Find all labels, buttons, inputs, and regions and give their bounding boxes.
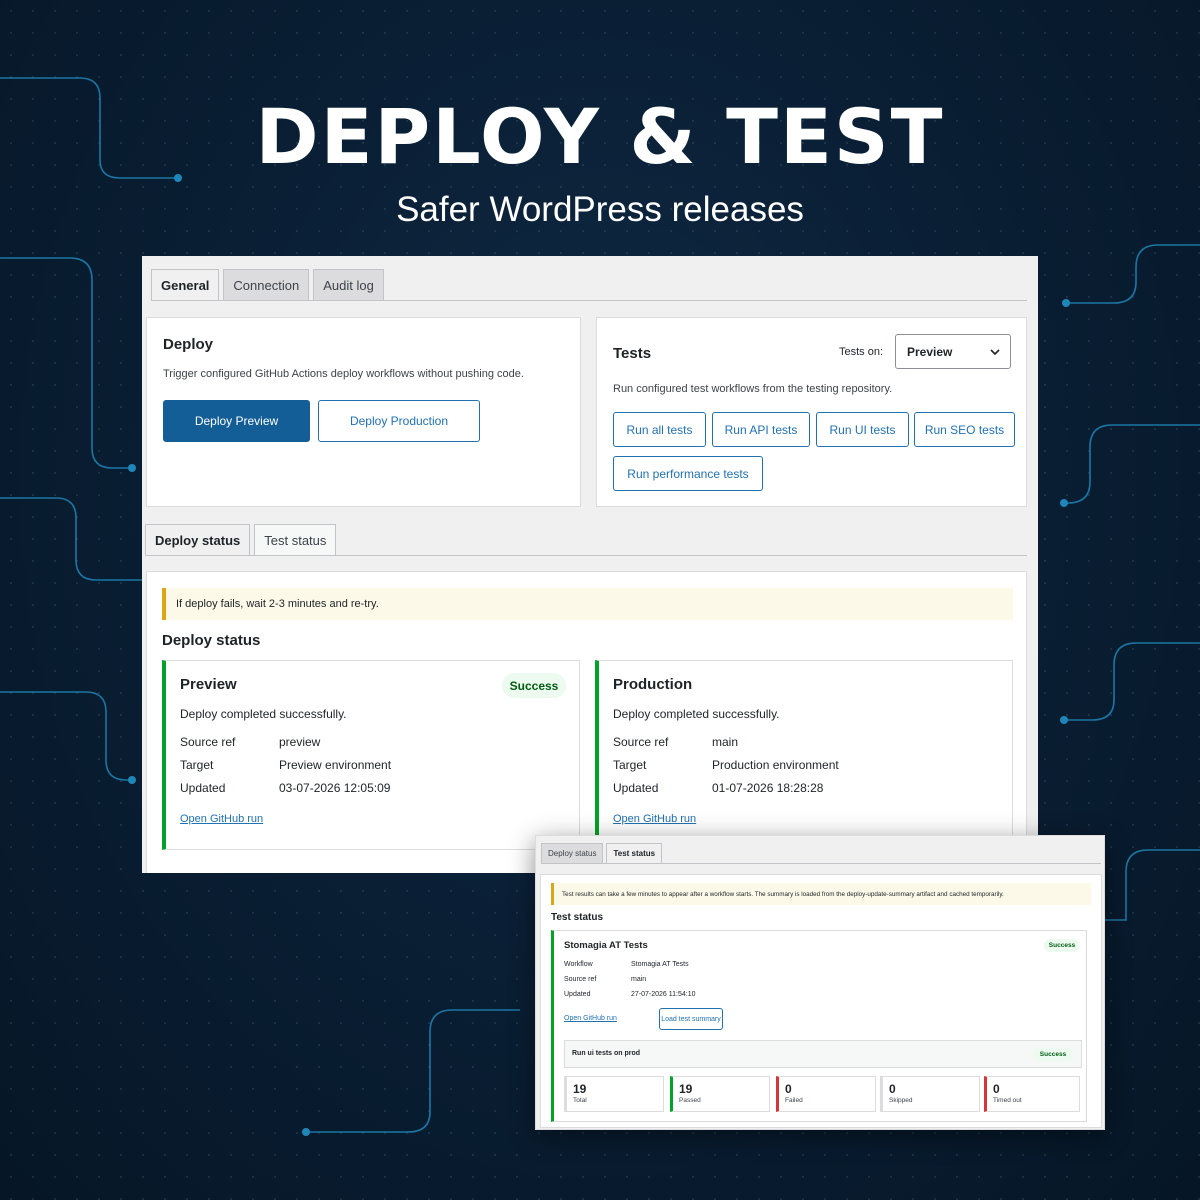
source-ref-value: main xyxy=(712,735,739,749)
tab-audit-log[interactable]: Audit log xyxy=(313,269,384,301)
run-performance-tests-button[interactable]: Run performance tests xyxy=(613,456,763,491)
run-api-tests-button[interactable]: Run API tests xyxy=(712,412,810,447)
tests-on-select[interactable]: Preview xyxy=(895,334,1011,369)
tab-general[interactable]: General xyxy=(151,269,220,301)
status-tab-divider xyxy=(145,555,1027,556)
updated-label: Updated xyxy=(613,781,659,795)
updated-value: 03-07-2026 12:05:09 xyxy=(279,781,391,795)
tests-card: Tests Tests on: Preview Run configured t… xyxy=(596,317,1027,507)
load-test-summary-button[interactable]: Load test summary xyxy=(659,1008,723,1030)
workflow-value: Stomagia AT Tests xyxy=(631,961,689,968)
stat-label: Timed out xyxy=(993,1097,1022,1104)
stat-value: 19 xyxy=(679,1082,693,1096)
production-message: Deploy completed successfully. xyxy=(613,707,780,721)
stat-label: Failed xyxy=(785,1097,803,1104)
open-github-run-link[interactable]: Open GitHub run xyxy=(564,1015,617,1022)
status-badge: Success xyxy=(502,673,566,698)
test-run-title: Run ui tests on prod xyxy=(572,1050,641,1057)
stat-timed-out: 0 Timed out xyxy=(984,1076,1080,1112)
tests-description: Run configured test workflows from the t… xyxy=(613,383,893,395)
tests-on-label: Tests on: xyxy=(839,346,884,358)
overlay-tab-divider xyxy=(541,863,1101,864)
target-value: Preview environment xyxy=(279,758,392,772)
test-status-panel: Test results can take a few minutes to a… xyxy=(540,874,1102,1128)
stat-value: 0 xyxy=(889,1082,896,1096)
status-tab-bar: Deploy status Test status xyxy=(145,524,340,556)
deploy-preview-button[interactable]: Deploy Preview xyxy=(163,400,310,442)
stat-skipped: 0 Skipped xyxy=(880,1076,980,1112)
workflow-label: Workflow xyxy=(564,961,593,968)
overlay-tab-bar: Deploy status Test status xyxy=(541,843,665,863)
tab-deploy-status[interactable]: Deploy status xyxy=(541,843,604,863)
chevron-down-icon xyxy=(990,349,1000,356)
deploy-status-heading: Deploy status xyxy=(162,632,261,649)
deploy-title: Deploy xyxy=(163,336,214,353)
updated-value: 01-07-2026 18:28:28 xyxy=(712,781,824,795)
deploy-card: Deploy Trigger configured GitHub Actions… xyxy=(146,317,581,507)
stat-failed: 0 Failed xyxy=(776,1076,876,1112)
status-badge: Success xyxy=(1044,939,1080,952)
status-badge: Success xyxy=(1033,1048,1073,1061)
settings-window: General Connection Audit log Deploy Trig… xyxy=(142,256,1038,873)
test-workflow-card: Stomagia AT Tests Success Workflow Stoma… xyxy=(551,930,1087,1122)
tab-test-status[interactable]: Test status xyxy=(606,843,663,863)
hero-subtitle: Safer WordPress releases xyxy=(396,190,804,229)
updated-label: Updated xyxy=(564,991,591,998)
tests-on-value: Preview xyxy=(907,344,953,359)
source-ref-value: main xyxy=(631,976,647,983)
test-notice: Test results can take a few minutes to a… xyxy=(551,883,1091,905)
deploy-status-panel: If deploy fails, wait 2-3 minutes and re… xyxy=(146,571,1027,873)
preview-message: Deploy completed successfully. xyxy=(180,707,347,721)
test-status-window: Deploy status Test status Test results c… xyxy=(535,835,1105,1130)
stat-passed: 19 Passed xyxy=(670,1076,770,1112)
target-label: Target xyxy=(180,758,214,772)
tests-title: Tests xyxy=(613,345,652,362)
target-value: Production environment xyxy=(712,758,839,772)
test-status-heading: Test status xyxy=(551,912,604,923)
target-label: Target xyxy=(613,758,647,772)
run-ui-tests-button[interactable]: Run UI tests xyxy=(816,412,909,447)
production-status-card: Production Deploy completed successfully… xyxy=(595,660,1013,850)
stat-value: 0 xyxy=(785,1082,792,1096)
deploy-description: Trigger configured GitHub Actions deploy… xyxy=(163,368,524,380)
production-status-title: Production xyxy=(613,676,693,693)
stat-value: 0 xyxy=(993,1082,1000,1096)
stat-label: Total xyxy=(573,1097,587,1104)
preview-status-title: Preview xyxy=(180,676,237,693)
tab-connection[interactable]: Connection xyxy=(223,269,310,301)
stat-label: Passed xyxy=(679,1097,701,1104)
updated-label: Updated xyxy=(180,781,226,795)
test-stats-row: 19 Total 19 Passed 0 Failed 0 Skipped 0 xyxy=(564,1076,1084,1112)
stat-value: 19 xyxy=(573,1082,587,1096)
stat-total: 19 Total xyxy=(564,1076,664,1112)
run-seo-tests-button[interactable]: Run SEO tests xyxy=(914,412,1015,447)
source-ref-label: Source ref xyxy=(180,735,236,749)
test-run-row: Run ui tests on prod Success xyxy=(564,1040,1082,1068)
run-all-tests-button[interactable]: Run all tests xyxy=(613,412,706,447)
main-tab-bar: General Connection Audit log xyxy=(151,269,388,301)
hero-title: DEPLOY & TEST xyxy=(255,92,945,181)
deploy-notice: If deploy fails, wait 2-3 minutes and re… xyxy=(162,588,1013,620)
source-ref-label: Source ref xyxy=(564,976,597,983)
tab-test-status[interactable]: Test status xyxy=(254,524,337,556)
deploy-production-button[interactable]: Deploy Production xyxy=(318,400,480,442)
test-workflow-title: Stomagia AT Tests xyxy=(564,940,648,951)
source-ref-value: preview xyxy=(279,735,321,749)
open-github-run-link[interactable]: Open GitHub run xyxy=(180,813,263,825)
updated-value: 27-07-2026 11:54:10 xyxy=(631,991,696,998)
tab-deploy-status[interactable]: Deploy status xyxy=(145,524,251,556)
preview-status-card: Preview Success Deploy completed success… xyxy=(162,660,580,850)
stat-label: Skipped xyxy=(889,1097,913,1104)
source-ref-label: Source ref xyxy=(613,735,669,749)
tab-divider xyxy=(151,300,1027,301)
open-github-run-link[interactable]: Open GitHub run xyxy=(613,813,696,825)
